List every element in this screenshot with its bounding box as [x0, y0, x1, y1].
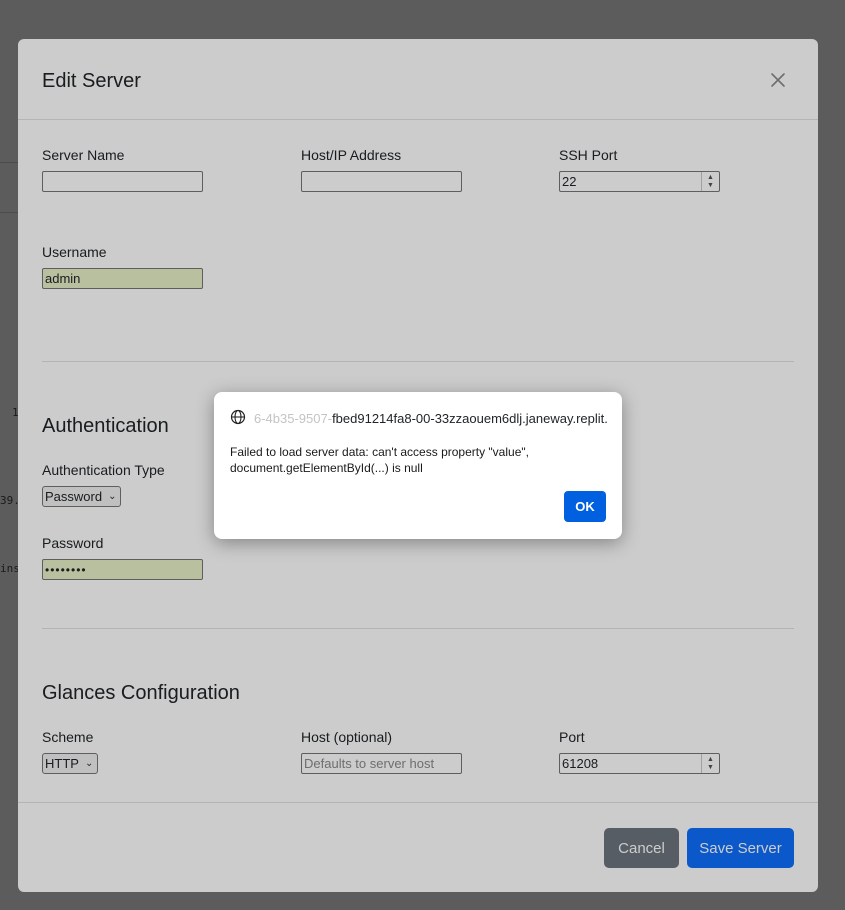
- alert-origin-faded: 6-4b35-9507-: [254, 411, 333, 426]
- alert-origin-host: fbed91214fa8-00-33zzaouem6dlj.janeway.re…: [332, 411, 608, 426]
- alert-message: Failed to load server data: can't access…: [230, 445, 529, 475]
- ok-button[interactable]: OK: [564, 491, 606, 522]
- globe-icon: [230, 409, 246, 428]
- alert-origin: 6-4b35-9507-fbed91214fa8-00-33zzaouem6dl…: [230, 409, 608, 428]
- alert-dialog: 6-4b35-9507-fbed91214fa8-00-33zzaouem6dl…: [214, 392, 622, 539]
